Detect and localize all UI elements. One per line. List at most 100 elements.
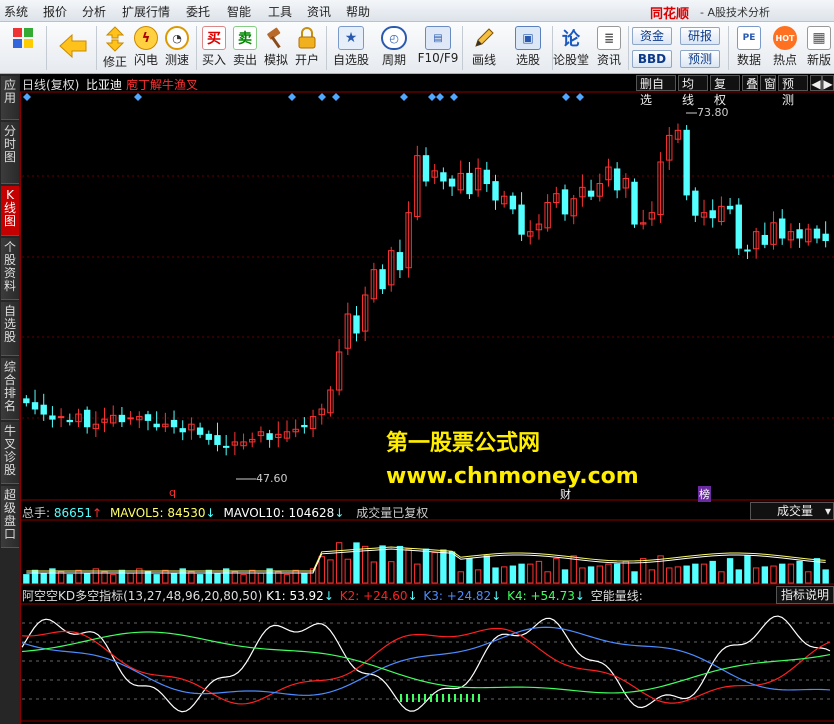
k2-label: K2:	[339, 589, 364, 603]
volume-bar	[379, 545, 386, 584]
nav-right-icon[interactable]: ▶	[822, 75, 834, 91]
volume-bar	[709, 560, 716, 584]
volume-bar	[448, 551, 456, 584]
volume-bar	[674, 566, 682, 584]
marker-q[interactable]: q	[169, 486, 176, 499]
energy-bar	[442, 694, 444, 702]
k4-label: K4:	[507, 589, 531, 603]
candle-body	[196, 427, 204, 435]
stock-name: 比亚迪	[86, 78, 123, 92]
volume-bar	[414, 563, 421, 584]
energy-bar	[448, 694, 450, 702]
volume-bar	[361, 545, 369, 584]
k4-value: +54.73	[530, 589, 575, 603]
k1-arrow: ↓	[323, 589, 334, 603]
k3-value: +24.82	[446, 589, 492, 603]
volume-bar	[579, 567, 586, 584]
energy-bar	[406, 694, 408, 702]
volume-indicator-dropdown[interactable]: 成交量 ▾	[750, 502, 834, 520]
window-button[interactable]: 窗	[760, 75, 776, 91]
volume-bar	[422, 548, 430, 584]
volume-bar	[666, 567, 673, 584]
indicator-name: 阿空空KD多空指标(13,27,48,96,20,80,50)	[22, 589, 263, 603]
volume-bar	[153, 574, 160, 584]
mavol10-label: MAVOL10:	[223, 506, 289, 520]
candle-body	[796, 229, 803, 239]
indicator-help-button[interactable]: 指标说明	[776, 586, 834, 604]
candle-body	[631, 181, 638, 225]
candle-body	[440, 172, 447, 182]
total-volume-arrow: ↑	[92, 506, 103, 520]
volume-bar	[631, 571, 638, 584]
formula-name: 庖丁解牛渔叉	[126, 78, 199, 92]
volume-bar	[396, 545, 404, 584]
k1-label: K1:	[266, 589, 290, 603]
volume-bar	[118, 569, 126, 584]
energy-bar	[430, 694, 432, 702]
candle-body	[587, 190, 595, 197]
volume-bar	[692, 563, 699, 584]
volume-bar	[501, 566, 508, 584]
volume-bar	[335, 542, 343, 584]
candle-body	[222, 445, 230, 448]
candle-body	[813, 228, 821, 239]
volume-bar	[31, 569, 39, 584]
volume-note: 成交量已复权	[356, 506, 429, 520]
low-price-label: 47.60	[256, 472, 288, 485]
energy-bar	[400, 694, 402, 702]
indicator-header: 阿空空KD多空指标(13,27,48,96,20,80,50) K1: 53.9…	[22, 587, 643, 604]
nav-left-icon[interactable]: ◀	[810, 75, 822, 91]
volume-bar	[83, 572, 91, 584]
volume-bar	[657, 555, 664, 584]
volume-bar	[700, 563, 708, 584]
candle-body	[692, 190, 699, 216]
candle-body	[561, 189, 569, 215]
volume-bar	[466, 558, 473, 584]
energy-bar	[424, 694, 426, 702]
candle-body	[83, 409, 91, 428]
signal-diamond	[450, 93, 458, 101]
energy-bar	[436, 694, 438, 702]
candle-body	[683, 129, 690, 196]
volume-bar	[744, 555, 751, 584]
signal-diamond	[436, 93, 444, 101]
volume-bar	[822, 569, 829, 584]
volume-bar	[75, 569, 82, 584]
volume-bar	[752, 567, 760, 584]
overlay-button[interactable]: 叠	[742, 75, 758, 91]
remove-watchlist-button[interactable]: 删自选	[636, 75, 676, 107]
candle-body	[726, 205, 734, 210]
k1-value: 53.92	[289, 589, 324, 603]
adjust-button[interactable]: 复权	[710, 75, 740, 107]
candle-body	[353, 315, 360, 334]
volume-bar	[683, 565, 690, 584]
marker-rank[interactable]: 榜	[698, 486, 711, 502]
volume-bar	[249, 569, 256, 584]
chart-forecast-button[interactable]: 预测	[778, 75, 808, 107]
volume-bar	[622, 560, 630, 584]
volume-bar	[214, 572, 221, 584]
ma-button[interactable]: 均线	[678, 75, 708, 107]
candle-body	[483, 169, 491, 185]
volume-bar	[196, 574, 204, 584]
volume-bar	[110, 574, 117, 584]
mavol5-value: 84530	[167, 506, 206, 520]
signal-diamond	[318, 93, 326, 101]
volume-bar	[40, 572, 47, 584]
signal-diamond	[134, 93, 142, 101]
candle-body	[492, 181, 499, 201]
volume-bar	[509, 565, 517, 584]
signal-diamond	[332, 93, 340, 101]
candle-body	[170, 419, 178, 428]
k2-line	[21, 627, 831, 705]
volume-bar	[805, 571, 812, 584]
k4-arrow: ↓	[574, 589, 585, 603]
candle-body	[49, 415, 56, 420]
volume-bar	[301, 572, 308, 584]
mavol5-label: MAVOL5:	[109, 506, 168, 520]
volume-bar	[735, 569, 742, 584]
volume-bar	[561, 569, 569, 584]
volume-bar	[492, 567, 499, 584]
volume-bar	[240, 574, 247, 584]
volume-bar	[483, 555, 491, 584]
